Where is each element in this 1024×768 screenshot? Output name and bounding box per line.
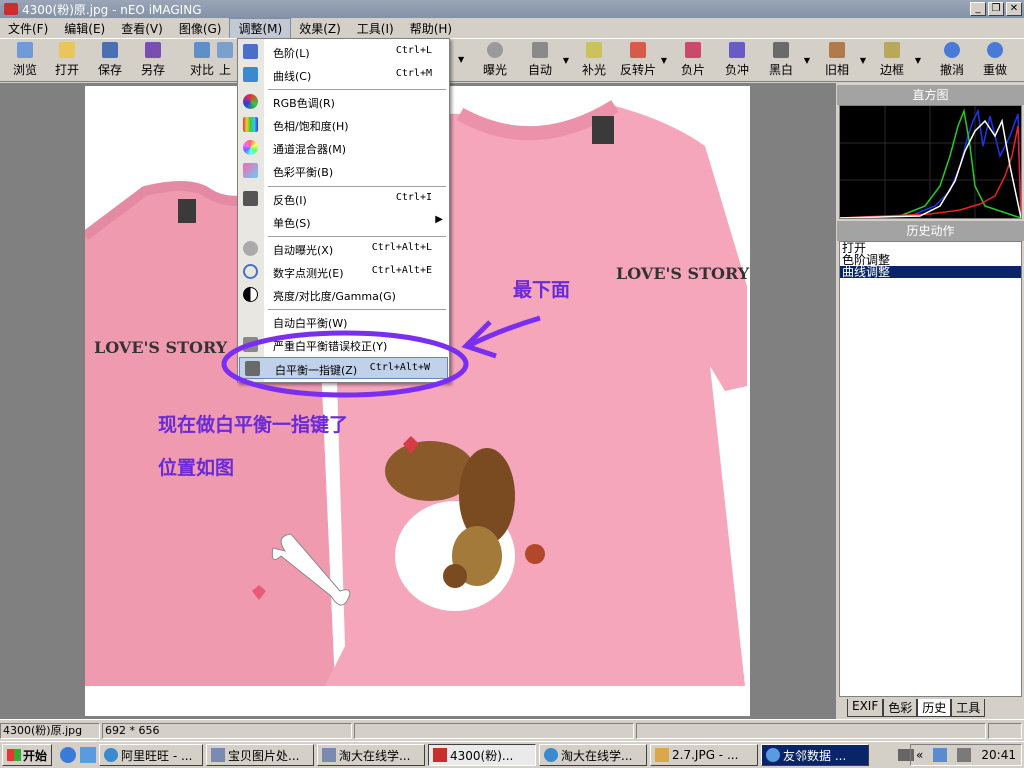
window-icon — [211, 748, 226, 762]
task-taoda-online[interactable]: 淘大在线学... — [317, 744, 426, 766]
tab-tools[interactable]: 工具 — [951, 699, 986, 717]
tab-history[interactable]: 历史 — [917, 699, 952, 717]
system-tray: « 20:41 — [910, 744, 1022, 766]
volume-icon[interactable] — [957, 748, 972, 762]
highlight-ellipse — [221, 330, 469, 398]
tab-color[interactable]: 色彩 — [883, 699, 918, 717]
histogram — [839, 105, 1022, 219]
history-item-selected[interactable]: 曲线调整 — [840, 266, 1021, 278]
ie-icon[interactable] — [60, 747, 77, 763]
windows-logo-icon — [7, 749, 21, 761]
task-youlin-data[interactable]: 友邻数据 ... — [761, 744, 870, 766]
tray-expand-icon[interactable]: « — [916, 748, 923, 762]
neo-imaging-icon — [433, 748, 448, 762]
desktop-icon[interactable] — [80, 747, 97, 763]
histogram-chart — [839, 106, 1022, 219]
status-filename: 4300(粉)原.jpg — [0, 723, 100, 739]
histogram-title: 直方图 — [837, 85, 1024, 105]
app-icon — [766, 748, 781, 762]
wangwang-icon — [104, 748, 119, 762]
start-button[interactable]: 开始 — [2, 744, 53, 766]
task-image-processing[interactable]: 宝贝图片处... — [206, 744, 315, 766]
tab-exif[interactable]: EXIF — [847, 699, 884, 717]
history-list: 打开 色阶调整 曲线调整 — [839, 241, 1022, 697]
image-viewer-icon — [655, 748, 670, 762]
taskbar: 开始 阿里旺旺 - ... 宝贝图片处... 淘大在线学... 4300(粉).… — [0, 741, 1024, 768]
task-aliwangwang[interactable]: 阿里旺旺 - ... — [99, 744, 204, 766]
clock: 20:41 — [981, 748, 1016, 762]
status-dimensions: 692 * 656 — [102, 723, 352, 739]
history-title: 历史动作 — [837, 221, 1024, 241]
network-icon[interactable] — [933, 748, 948, 762]
task-taoda-online-2[interactable]: 淘大在线学... — [539, 744, 648, 766]
status-cell — [636, 723, 986, 739]
task-jpg-viewer[interactable]: 2.7.JPG - ... — [650, 744, 759, 766]
window-icon — [322, 748, 337, 762]
right-panel: 直方图 历史动作 打开 色阶调整 曲线调整 EXIF 色彩 历史 工具 — [837, 83, 1024, 719]
status-bar: 4300(粉)原.jpg 692 * 656 — [0, 719, 1024, 741]
status-cell — [354, 723, 634, 739]
status-cell — [988, 723, 1022, 739]
panel-tabs: EXIF 色彩 历史 工具 — [847, 699, 986, 717]
browser-icon — [544, 748, 559, 762]
task-neo-imaging[interactable]: 4300(粉)... — [428, 744, 537, 766]
